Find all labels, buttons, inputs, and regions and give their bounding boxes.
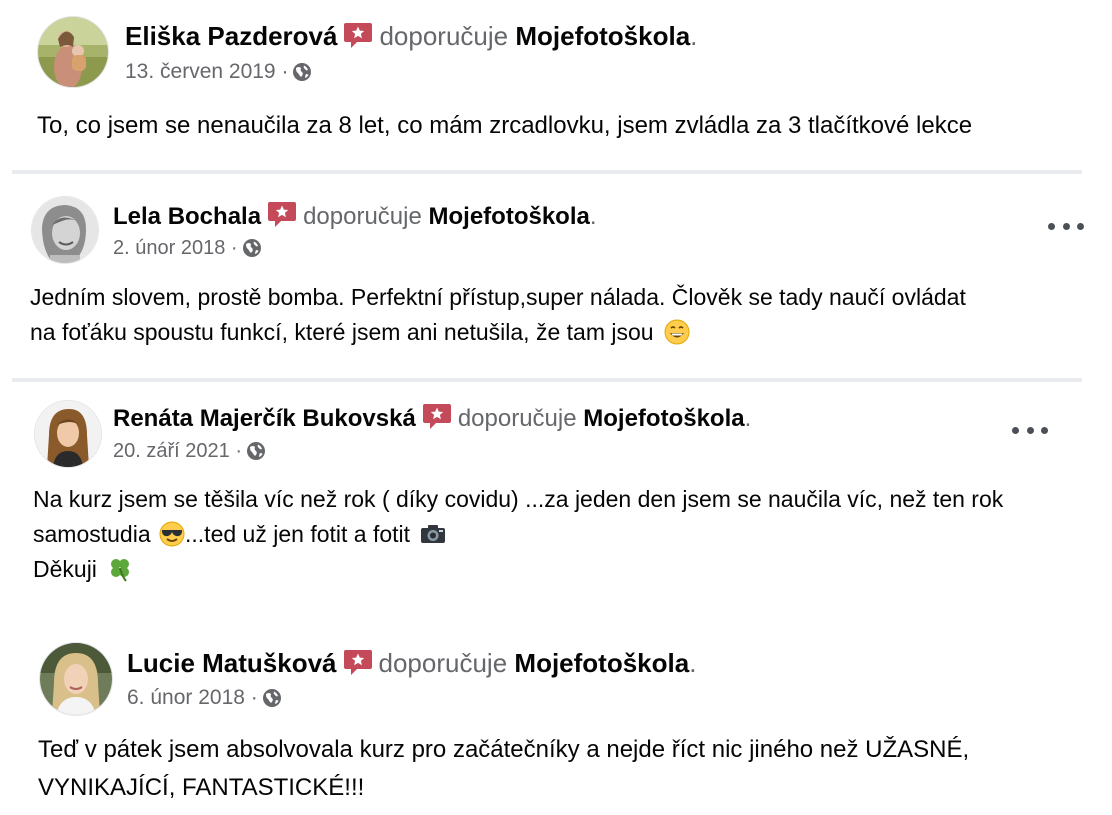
recommends-text: doporučuje [379,21,509,51]
sunglasses-face-icon [159,521,185,547]
avatar[interactable] [37,16,109,88]
reviewer-name[interactable]: Renáta Majerčík Bukovská [113,405,416,432]
review-text-line: Děkuji [33,556,97,582]
avatar[interactable] [39,642,113,716]
review-text-line: Jedním slovem, prostě bomba. Perfektní p… [30,284,966,310]
page-name-link[interactable]: Mojefotoškola [514,648,689,678]
review-meta: 20. září 2021 · [113,439,266,463]
more-options-icon [1012,426,1019,434]
avatar[interactable] [31,196,99,264]
more-options-icon-dot [1041,426,1048,434]
reviewer-name[interactable]: Lucie Matušková [127,648,337,678]
review-text-line: Na kurz jsem se těšila víc než rok ( dík… [33,486,1004,512]
recommend-badge-icon [343,648,373,676]
review-text-line: ...ted už jen fotit a fotit [185,521,411,547]
page-name-link[interactable]: Mojefotoškola [429,203,590,230]
reviewer-name[interactable]: Eliška Pazderová [125,21,337,51]
review-text-line: VYNIKAJÍCÍ, FANTASTICKÉ!!! [38,774,365,801]
review-meta: 2. únor 2018 · [113,236,262,260]
review-headline: Eliška Pazderová doporučuje Mojefotoškola… [125,21,697,51]
review-text-line: na foťáku spoustu funkcí, které jsem ani… [30,319,654,345]
review-card: Eliška Pazderová doporučuje Mojefotoškola… [0,0,1112,170]
review-text-line: To, co jsem se nenaučila za 8 let, co má… [37,112,973,139]
avatar[interactable] [34,400,102,468]
globe-icon[interactable] [262,688,282,708]
headline-period: . [589,203,597,230]
avatar-photo [32,197,98,263]
review-date[interactable]: 13. červen 2019 [125,60,276,83]
meta-separator: · [235,440,242,462]
more-options-icon [1048,222,1055,230]
review-date[interactable]: 2. únor 2018 [113,237,225,259]
recommend-badge-icon [267,200,297,228]
review-text: Na kurz jsem se těšila víc než rok ( dík… [33,482,1003,587]
review-headline: Lela Bochala doporučuje Mojefotoškola. [113,200,597,231]
review-text: Teď v pátek jsem absolvovala kurz pro za… [38,731,969,807]
avatar-photo [38,17,108,87]
review-headline: Renáta Majerčík Bukovská doporučuje Mojef… [113,402,751,433]
more-options-icon-dot [1077,222,1084,230]
recommends-text: doporučuje [457,405,577,432]
review-text-line: samostudia [33,521,151,547]
more-options-button[interactable] [1010,420,1050,440]
recommend-badge-icon [422,402,452,430]
globe-icon[interactable] [292,62,312,82]
reviewer-name[interactable]: Lela Bochala [113,203,261,230]
page-name-link[interactable]: Mojefotoškola [515,21,690,51]
review-text: To, co jsem se nenaučila za 8 let, co má… [37,108,972,143]
headline-period: . [689,648,697,678]
review-meta: 6. únor 2018 · [127,686,282,710]
review-card: Renáta Majerčík Bukovská doporučuje Mojef… [0,382,1112,607]
review-date[interactable]: 20. září 2021 [113,440,230,462]
meta-separator: · [250,686,258,709]
recommends-text: doporučuje [378,648,508,678]
review-headline: Lucie Matušková doporučuje Mojefotoškola. [127,648,696,678]
headline-period: . [744,405,752,432]
meta-separator: · [230,237,238,259]
review-meta: 13. červen 2019 · [125,60,312,84]
recommends-text: doporučuje [303,203,422,230]
review-card: Lucie Matušková doporučuje Mojefotoškola.… [0,607,1112,815]
review-date[interactable]: 6. únor 2018 [127,686,245,709]
review-text-line: Teď v pátek jsem absolvovala kurz pro za… [38,736,970,763]
globe-icon[interactable] [242,238,262,258]
page-name-link[interactable]: Mojefotoškola [583,405,744,432]
more-options-button[interactable] [1046,216,1086,236]
more-options-icon-dot [1062,222,1070,230]
camera-icon [421,525,446,543]
review-text-line-wrap: samostudia ...ted už jen fotit a fotit [33,517,1003,552]
globe-icon[interactable] [246,441,266,461]
more-options-icon-dot [1026,426,1034,434]
grinning-face-icon [664,319,690,345]
headline-period: . [690,21,698,51]
four-leaf-clover-icon [111,559,130,582]
review-text: Jedním slovem, prostě bomba. Perfektní p… [30,280,966,350]
meta-separator: · [281,60,289,83]
recommend-badge-icon [343,21,373,49]
review-text-line-wrap: na foťáku spoustu funkcí, které jsem ani… [30,315,966,350]
avatar-photo [35,401,101,467]
review-text-line-wrap: Děkuji [33,552,1003,587]
avatar-photo [40,643,112,715]
review-card: Lela Bochala doporučuje Mojefotoškola. 2.… [0,174,1112,378]
